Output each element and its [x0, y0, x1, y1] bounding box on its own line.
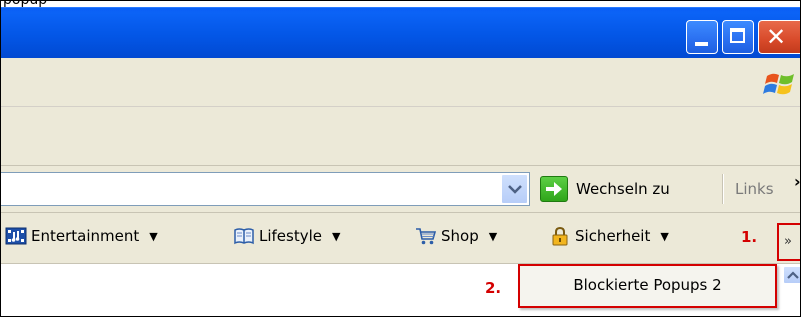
dropdown-arrow-icon[interactable]: ▼	[332, 230, 340, 243]
links-bar: Entertainment ▼ Lifestyle ▼ Shop ▼ Siche…	[1, 213, 800, 264]
cart-icon	[415, 226, 437, 246]
close-icon: ✕	[766, 23, 787, 51]
go-label: Wechseln zu	[576, 180, 670, 198]
menu-bar	[1, 58, 800, 107]
link-label: Entertainment	[31, 227, 140, 245]
minimize-button[interactable]	[686, 20, 718, 54]
dropdown-arrow-icon[interactable]: ▼	[149, 230, 157, 243]
separator	[722, 174, 724, 204]
page-content: 2. Blockierte Popups 2	[1, 264, 800, 316]
links-toolbar-label[interactable]: Links	[735, 180, 774, 198]
minimize-icon	[695, 42, 708, 46]
link-sicherheit[interactable]: Sicherheit ▼	[549, 226, 669, 246]
chevron-up-icon	[787, 271, 799, 279]
go-button[interactable]: Wechseln zu	[540, 174, 670, 204]
step-annotation-1: 1.	[741, 228, 758, 246]
scroll-up-button[interactable]	[783, 266, 800, 284]
go-arrow-icon	[540, 176, 568, 202]
address-dropdown-button[interactable]	[501, 174, 528, 204]
link-lifestyle[interactable]: Lifestyle ▼	[233, 226, 340, 246]
title-bar: ✕	[1, 7, 800, 59]
maximize-button[interactable]	[722, 20, 754, 54]
menu-item-blocked-popups[interactable]: Blockierte Popups 2	[518, 264, 777, 308]
close-button[interactable]: ✕	[758, 20, 800, 54]
browser-window: popup ✕ Wechseln zu Links › Entertainmen…	[0, 0, 801, 317]
address-input[interactable]	[1, 172, 530, 206]
dropdown-arrow-icon[interactable]: ▼	[660, 230, 668, 243]
address-bar: Wechseln zu Links ›	[1, 166, 800, 213]
link-label: Sicherheit	[575, 227, 651, 245]
link-label: Shop	[441, 227, 479, 245]
windows-logo-icon	[763, 73, 794, 95]
link-label: Lifestyle	[259, 227, 323, 245]
link-shop[interactable]: Shop ▼	[415, 226, 497, 246]
step-annotation-2: 2.	[485, 279, 502, 297]
book-icon	[233, 226, 255, 246]
maximize-icon	[730, 28, 745, 43]
chevron-right-icon: »	[784, 234, 792, 249]
dropdown-arrow-icon[interactable]: ▼	[489, 230, 497, 243]
link-entertainment[interactable]: Entertainment ▼	[5, 226, 158, 246]
links-chevron-icon[interactable]: ›	[794, 172, 800, 191]
film-icon	[5, 226, 27, 246]
lock-icon	[549, 226, 571, 246]
command-bar	[1, 107, 800, 166]
links-overflow-button[interactable]: »	[777, 223, 800, 261]
chevron-down-icon	[508, 185, 522, 194]
